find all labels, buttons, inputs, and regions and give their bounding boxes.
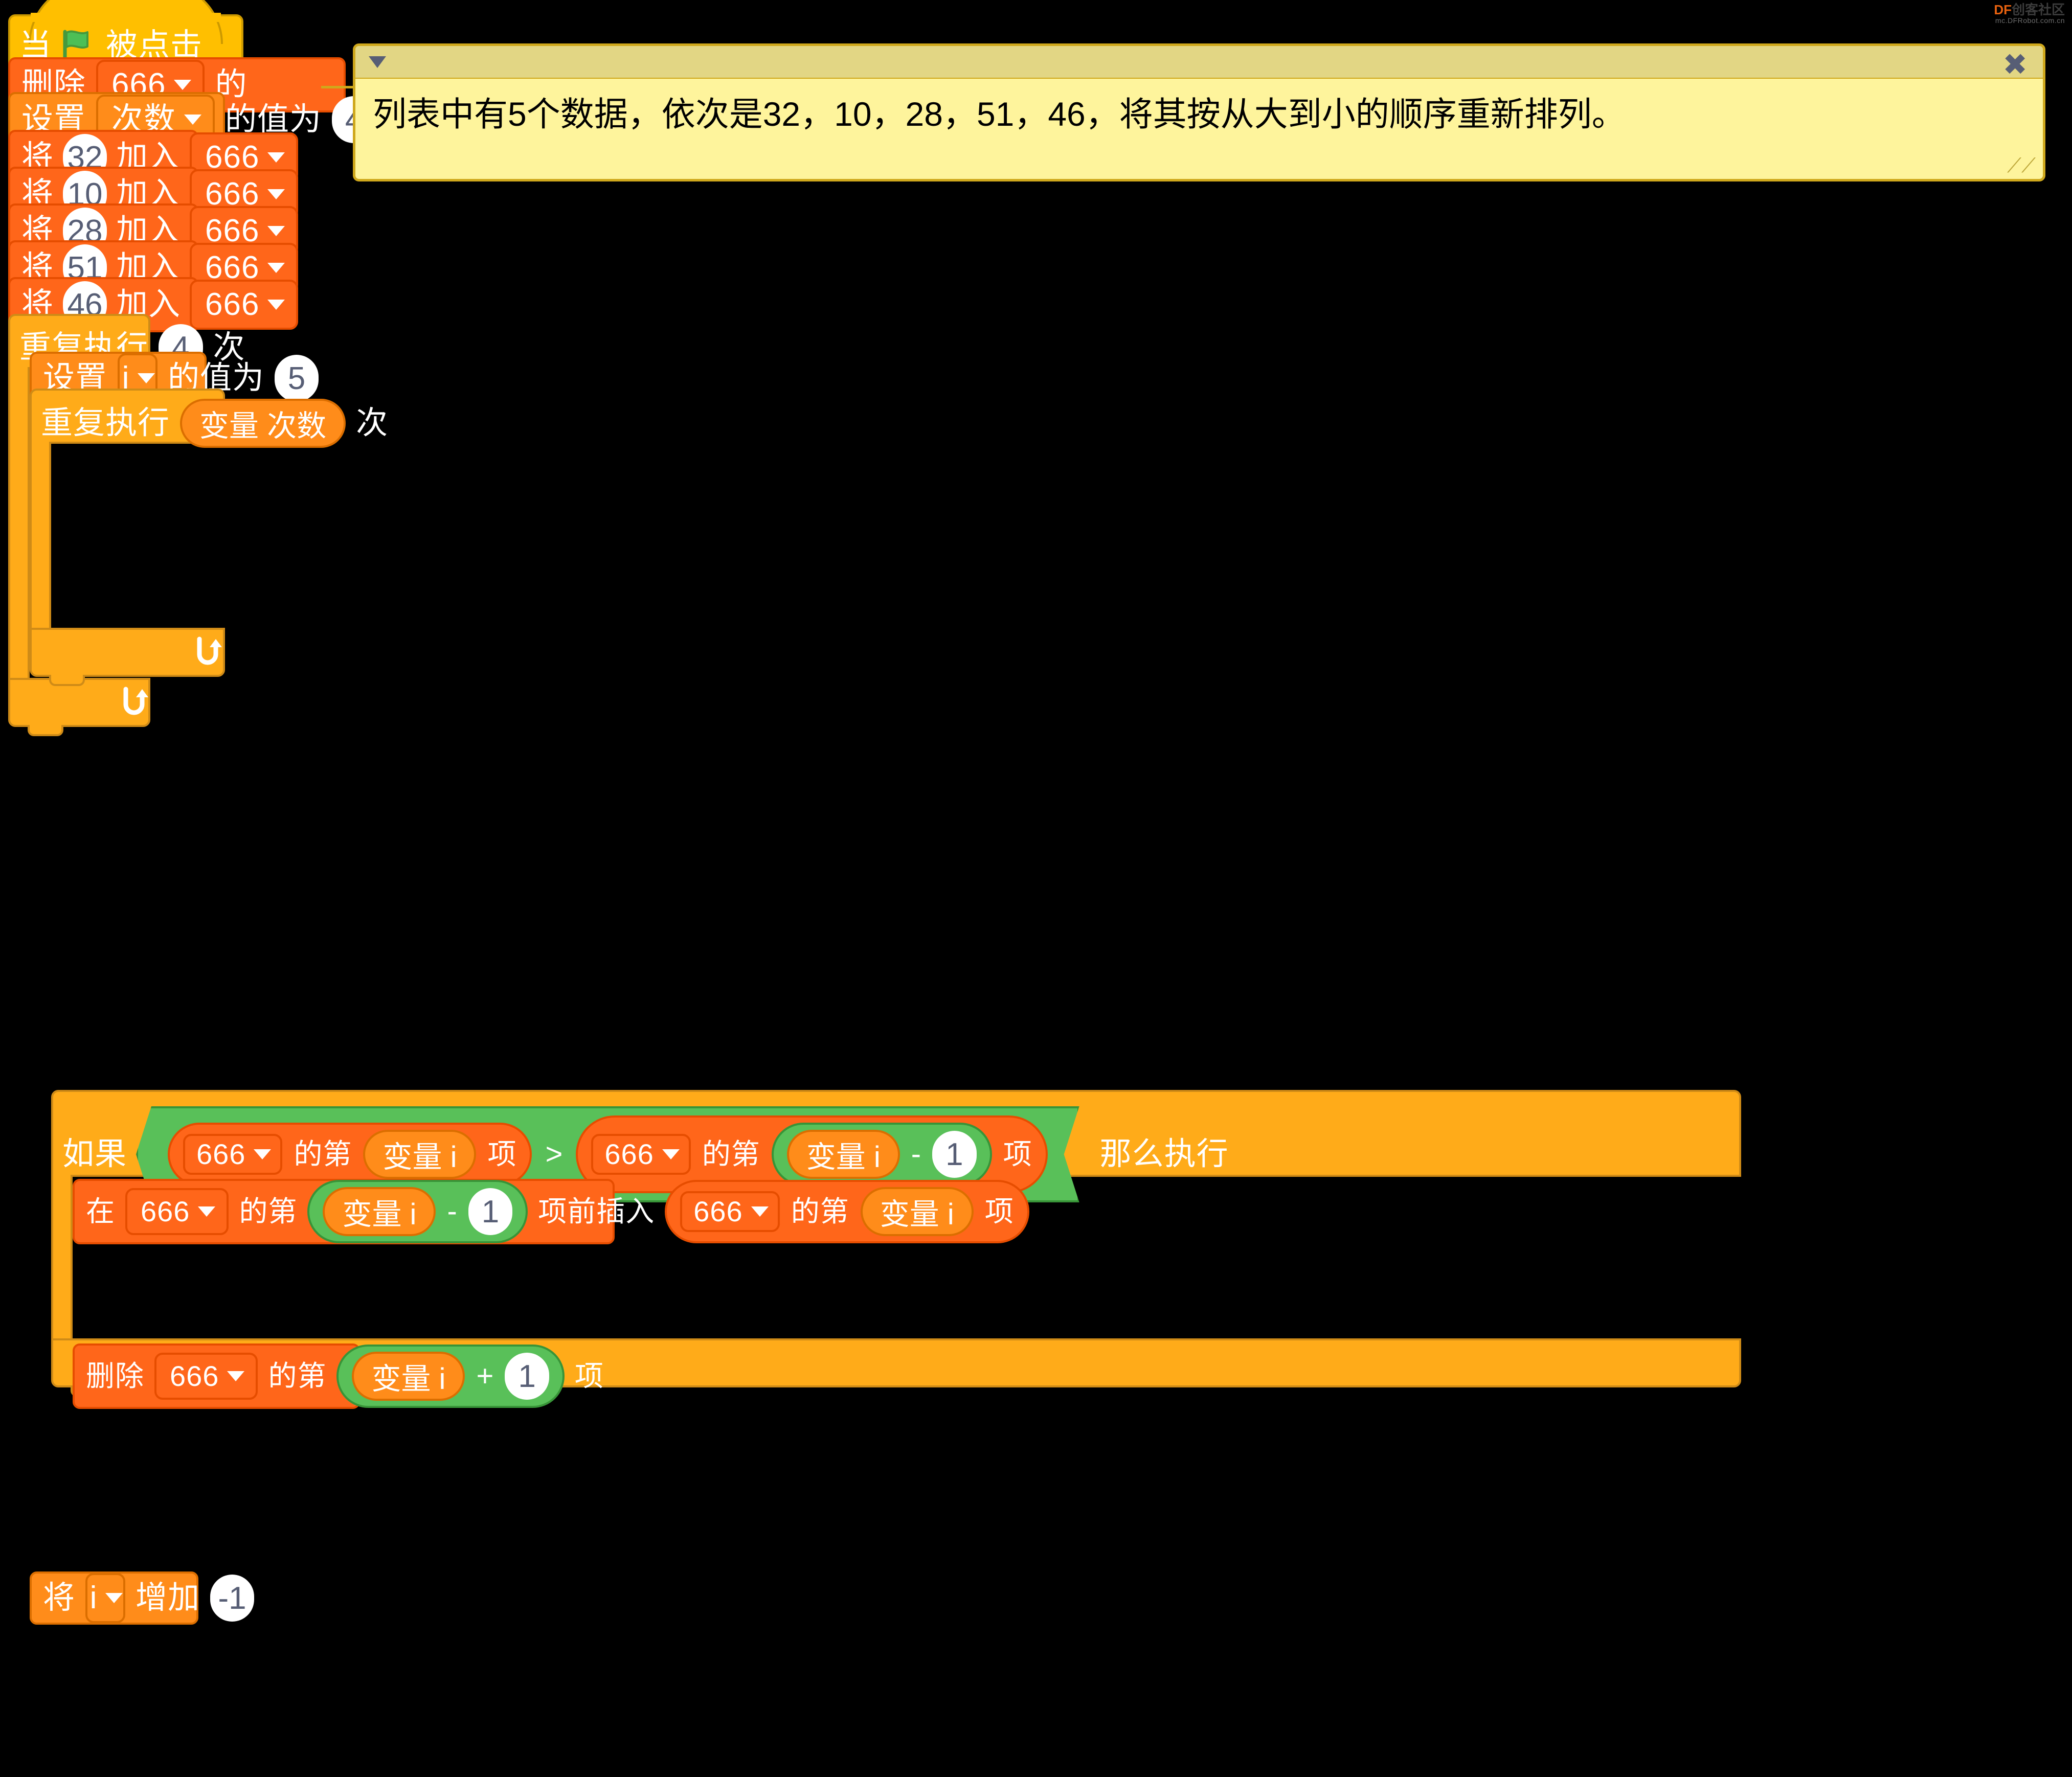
variable-reporter-i-source[interactable]: 变量 i	[860, 1187, 974, 1236]
delete-item-list-dropdown[interactable]: 666	[154, 1353, 258, 1400]
set-count-mid: 的值为	[225, 102, 322, 137]
delete-add-operand-input[interactable]: 1	[505, 1353, 549, 1400]
delete-item-list-value: 666	[170, 1360, 219, 1392]
minus-symbol: -	[911, 1137, 921, 1171]
insert-list-value: 666	[141, 1195, 190, 1227]
chevron-down-icon	[184, 115, 202, 125]
insert-subtract-operand-input[interactable]: 1	[468, 1188, 513, 1235]
chevron-down-icon	[254, 1149, 271, 1159]
repeat-inner-label: 重复执行	[41, 405, 170, 441]
chevron-down-icon	[267, 152, 285, 163]
chevron-down-icon	[267, 300, 285, 310]
list-item-reporter-left[interactable]: 666 的第 变量 i 项	[168, 1123, 532, 1186]
variable-dropdown-change-i-value: i	[89, 1580, 98, 1615]
hat-label-when: 当	[19, 28, 52, 63]
list-dropdown-value-3: 666	[205, 250, 260, 285]
delete-item-suffix: 项	[574, 1360, 604, 1392]
insert-source-list-value: 666	[693, 1195, 743, 1227]
list-item-right-suffix: 项	[1003, 1138, 1032, 1170]
insert-source-item-reporter[interactable]: 666 的第 变量 i 项	[665, 1180, 1029, 1243]
close-icon[interactable]: ✖	[2002, 50, 2028, 80]
list-item-left-mid: 的第	[294, 1138, 352, 1170]
hat-label-clicked: 被点击	[106, 28, 203, 63]
comment-header[interactable]: ✖	[355, 46, 2043, 80]
list-dropdown-value-4: 666	[205, 287, 260, 322]
insert-source-mid: 的第	[791, 1195, 849, 1227]
change-i-mid: 增加	[136, 1580, 200, 1615]
chevron-down-icon	[227, 1371, 245, 1381]
watermark-url: mc.DFRobot.com.cn	[1995, 16, 2065, 25]
insert-before-label: 项前插入	[538, 1195, 655, 1227]
watermark: DF创客社区 mc.DFRobot.com.cn	[1994, 3, 2065, 25]
chevron-down-icon	[198, 1206, 216, 1217]
variable-dropdown-change-i[interactable]: i	[85, 1573, 126, 1623]
insert-label-at: 在	[86, 1195, 115, 1227]
chevron-down-icon	[662, 1149, 680, 1159]
variable-reporter-i-delete[interactable]: 变量 i	[352, 1352, 465, 1401]
list-dropdown-4[interactable]: 666	[190, 280, 299, 330]
list-dropdown-value-2: 666	[205, 213, 260, 248]
set-i-value-input[interactable]: 5	[275, 355, 319, 402]
chevron-down-icon	[105, 1593, 123, 1603]
comment-text[interactable]: 列表中有5个数据，依次是32，10，28，51，46，将其按从大到小的顺序重新排…	[373, 93, 2025, 135]
chevron-down-icon	[174, 80, 192, 90]
insert-source-list-dropdown[interactable]: 666	[680, 1191, 780, 1232]
watermark-brand-text: 创客社区	[2011, 2, 2065, 17]
variable-reporter-i-left[interactable]: 变量 i	[363, 1130, 476, 1179]
resize-grip-icon[interactable]: ⟋⟋	[2007, 155, 2036, 176]
if-then-label: 那么执行	[1099, 1136, 1229, 1172]
loop-arrow-icon	[193, 635, 225, 674]
list-dropdown-value-0: 666	[205, 140, 260, 175]
change-i-value-input[interactable]: -1	[210, 1575, 255, 1622]
comment-box[interactable]: ✖ 列表中有5个数据，依次是32，10，28，51，46，将其按从大到小的顺序重…	[353, 43, 2045, 181]
loop-arrow-icon	[120, 685, 151, 724]
chevron-down-icon	[751, 1206, 769, 1217]
list-item-right-mid: 的第	[702, 1138, 760, 1170]
greater-than-symbol: >	[545, 1137, 563, 1171]
change-i-label: 将	[43, 1580, 76, 1615]
list-item-left-suffix: 项	[487, 1138, 517, 1170]
block-insert-into-list[interactable]: 在 666 的第 变量 i - 1 项前插入 666 的第 变量 i 项	[73, 1179, 1029, 1244]
delete-item-mid: 的第	[268, 1360, 327, 1392]
insert-source-suffix: 项	[984, 1195, 1014, 1227]
subtract-operand-input[interactable]: 1	[932, 1131, 976, 1178]
operator-subtract-insert[interactable]: 变量 i - 1	[307, 1180, 528, 1243]
repeat-outer-spine	[8, 367, 30, 680]
repeat-inner-spine	[30, 442, 51, 630]
delete-item-label: 删除	[86, 1360, 144, 1392]
operator-add-delete[interactable]: 变量 i + 1	[336, 1345, 565, 1408]
chevron-down-icon	[267, 263, 285, 273]
repeat-inner-unit: 次	[356, 405, 389, 441]
list-dropdown-value-1: 666	[205, 176, 260, 212]
list-dropdown-right[interactable]: 666	[591, 1134, 690, 1175]
comment-body[interactable]: 列表中有5个数据，依次是32，10，28，51，46，将其按从大到小的顺序重新排…	[355, 79, 2043, 150]
green-flag-icon	[61, 30, 97, 61]
if-label: 如果	[62, 1136, 127, 1172]
chevron-down-icon	[138, 373, 155, 383]
block-change-variable-i[interactable]: 将 i 增加 -1	[30, 1571, 255, 1625]
watermark-brand: DF创客社区	[1994, 3, 2065, 17]
variable-reporter-count[interactable]: 变量 次数	[180, 399, 346, 448]
variable-reporter-i-right[interactable]: 变量 i	[787, 1130, 900, 1179]
chevron-down-icon	[267, 189, 285, 199]
comment-connector-line	[321, 86, 357, 88]
plus-symbol: +	[476, 1359, 494, 1393]
minus-symbol: -	[447, 1195, 457, 1228]
block-delete-item-of-list[interactable]: 删除 666 的第 变量 i + 1 项	[73, 1343, 603, 1409]
list-dropdown-left[interactable]: 666	[183, 1134, 282, 1175]
operator-subtract-right[interactable]: 变量 i - 1	[772, 1123, 992, 1186]
insert-list-dropdown[interactable]: 666	[125, 1188, 229, 1235]
list-dropdown-right-value: 666	[604, 1138, 654, 1170]
list-dropdown-left-value: 666	[196, 1138, 246, 1170]
insert-mid: 的第	[239, 1195, 298, 1227]
repeat-outer-unit: 次	[213, 330, 245, 365]
variable-reporter-i-insert[interactable]: 变量 i	[323, 1187, 436, 1236]
watermark-brand-df: DF	[1994, 2, 2012, 17]
chevron-down-icon[interactable]	[369, 56, 386, 68]
chevron-down-icon	[267, 226, 285, 236]
